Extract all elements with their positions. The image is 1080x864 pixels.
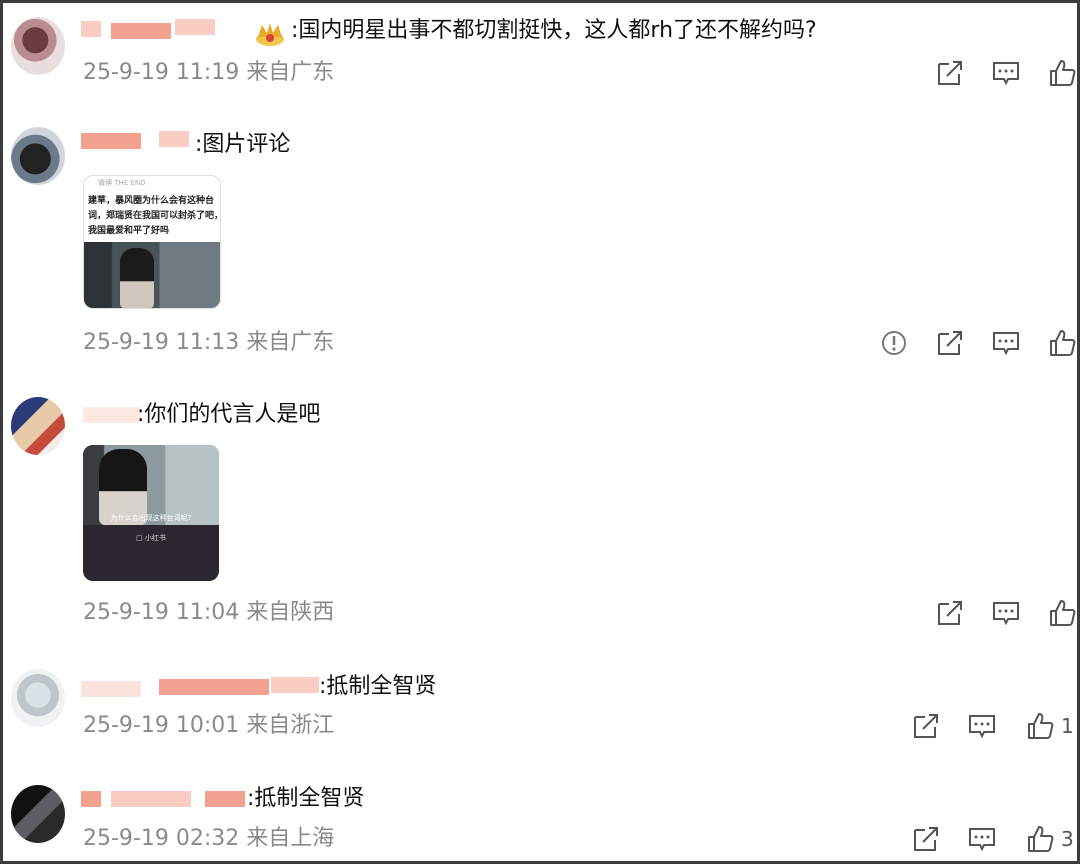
avatar[interactable] [11, 669, 65, 727]
like-count: 3 [1061, 827, 1074, 851]
like-count: 1 [1061, 714, 1074, 738]
comment-text: :图片评论 [195, 132, 291, 157]
comment-icon[interactable] [991, 58, 1021, 88]
thumbs-up-icon[interactable] [1047, 328, 1077, 358]
comment-icon[interactable] [991, 598, 1021, 628]
comment-image[interactable]: 为什么会出现这种台词呢? □ 小红书 [83, 445, 219, 581]
comment-meta: 25-9-19 10:01 来自浙江 [83, 713, 335, 738]
comment-meta: 25-9-19 02:32 来自上海 [83, 826, 335, 851]
comment-meta: 25-9-19 11:13 来自广东 [83, 330, 335, 355]
comment-meta: 25-9-19 11:04 来自陕西 [83, 600, 335, 625]
share-icon[interactable] [935, 328, 965, 358]
comment-list: :国内明星出事不都切割挺快，这人都rh了还不解约吗? 25-9-19 11:19… [0, 0, 1080, 864]
avatar[interactable] [11, 127, 65, 185]
comment-text: :国内明星出事不都切割挺快，这人都rh了还不解约吗? [291, 18, 817, 43]
username-redacted[interactable] [81, 787, 251, 809]
image-watermark: □ 小红书 [136, 534, 166, 542]
username-redacted[interactable] [81, 675, 321, 697]
share-icon[interactable] [911, 824, 941, 854]
crown-badge-icon [253, 19, 287, 49]
share-icon[interactable] [935, 58, 965, 88]
image-caption: 建草，暴风圈为什么会有这种台 词，郑瑞贤在我国可以封杀了吧， 我国最爱和平了好吗 [88, 196, 221, 236]
avatar[interactable] [11, 17, 65, 75]
image-person [120, 248, 154, 308]
avatar[interactable] [11, 785, 65, 843]
thumbs-up-icon[interactable] [1025, 711, 1055, 741]
image-header: 微博 THE END [98, 179, 146, 187]
thumbs-up-icon[interactable] [1047, 598, 1077, 628]
comment-text: :抵制全智贤 [247, 786, 365, 811]
comment-image[interactable]: 微博 THE END 建草，暴风圈为什么会有这种台 词，郑瑞贤在我国可以封杀了吧… [83, 175, 221, 309]
comment-text: :你们的代言人是吧 [137, 402, 321, 427]
comment-text: :抵制全智贤 [319, 674, 437, 699]
thumbs-up-icon[interactable] [1025, 824, 1055, 854]
username-redacted[interactable] [81, 19, 221, 41]
image-subtitle: 为什么会出现这种台词呢? [110, 514, 192, 522]
share-icon[interactable] [911, 711, 941, 741]
comment-icon[interactable] [967, 711, 997, 741]
username-redacted[interactable] [83, 401, 143, 423]
comment-icon[interactable] [967, 824, 997, 854]
comment-icon[interactable] [991, 328, 1021, 358]
username-redacted[interactable] [81, 129, 201, 151]
thumbs-up-icon[interactable] [1047, 58, 1077, 88]
share-icon[interactable] [935, 598, 965, 628]
avatar[interactable] [11, 397, 65, 455]
report-icon[interactable] [879, 328, 909, 358]
comment-meta: 25-9-19 11:19 来自广东 [83, 60, 335, 85]
